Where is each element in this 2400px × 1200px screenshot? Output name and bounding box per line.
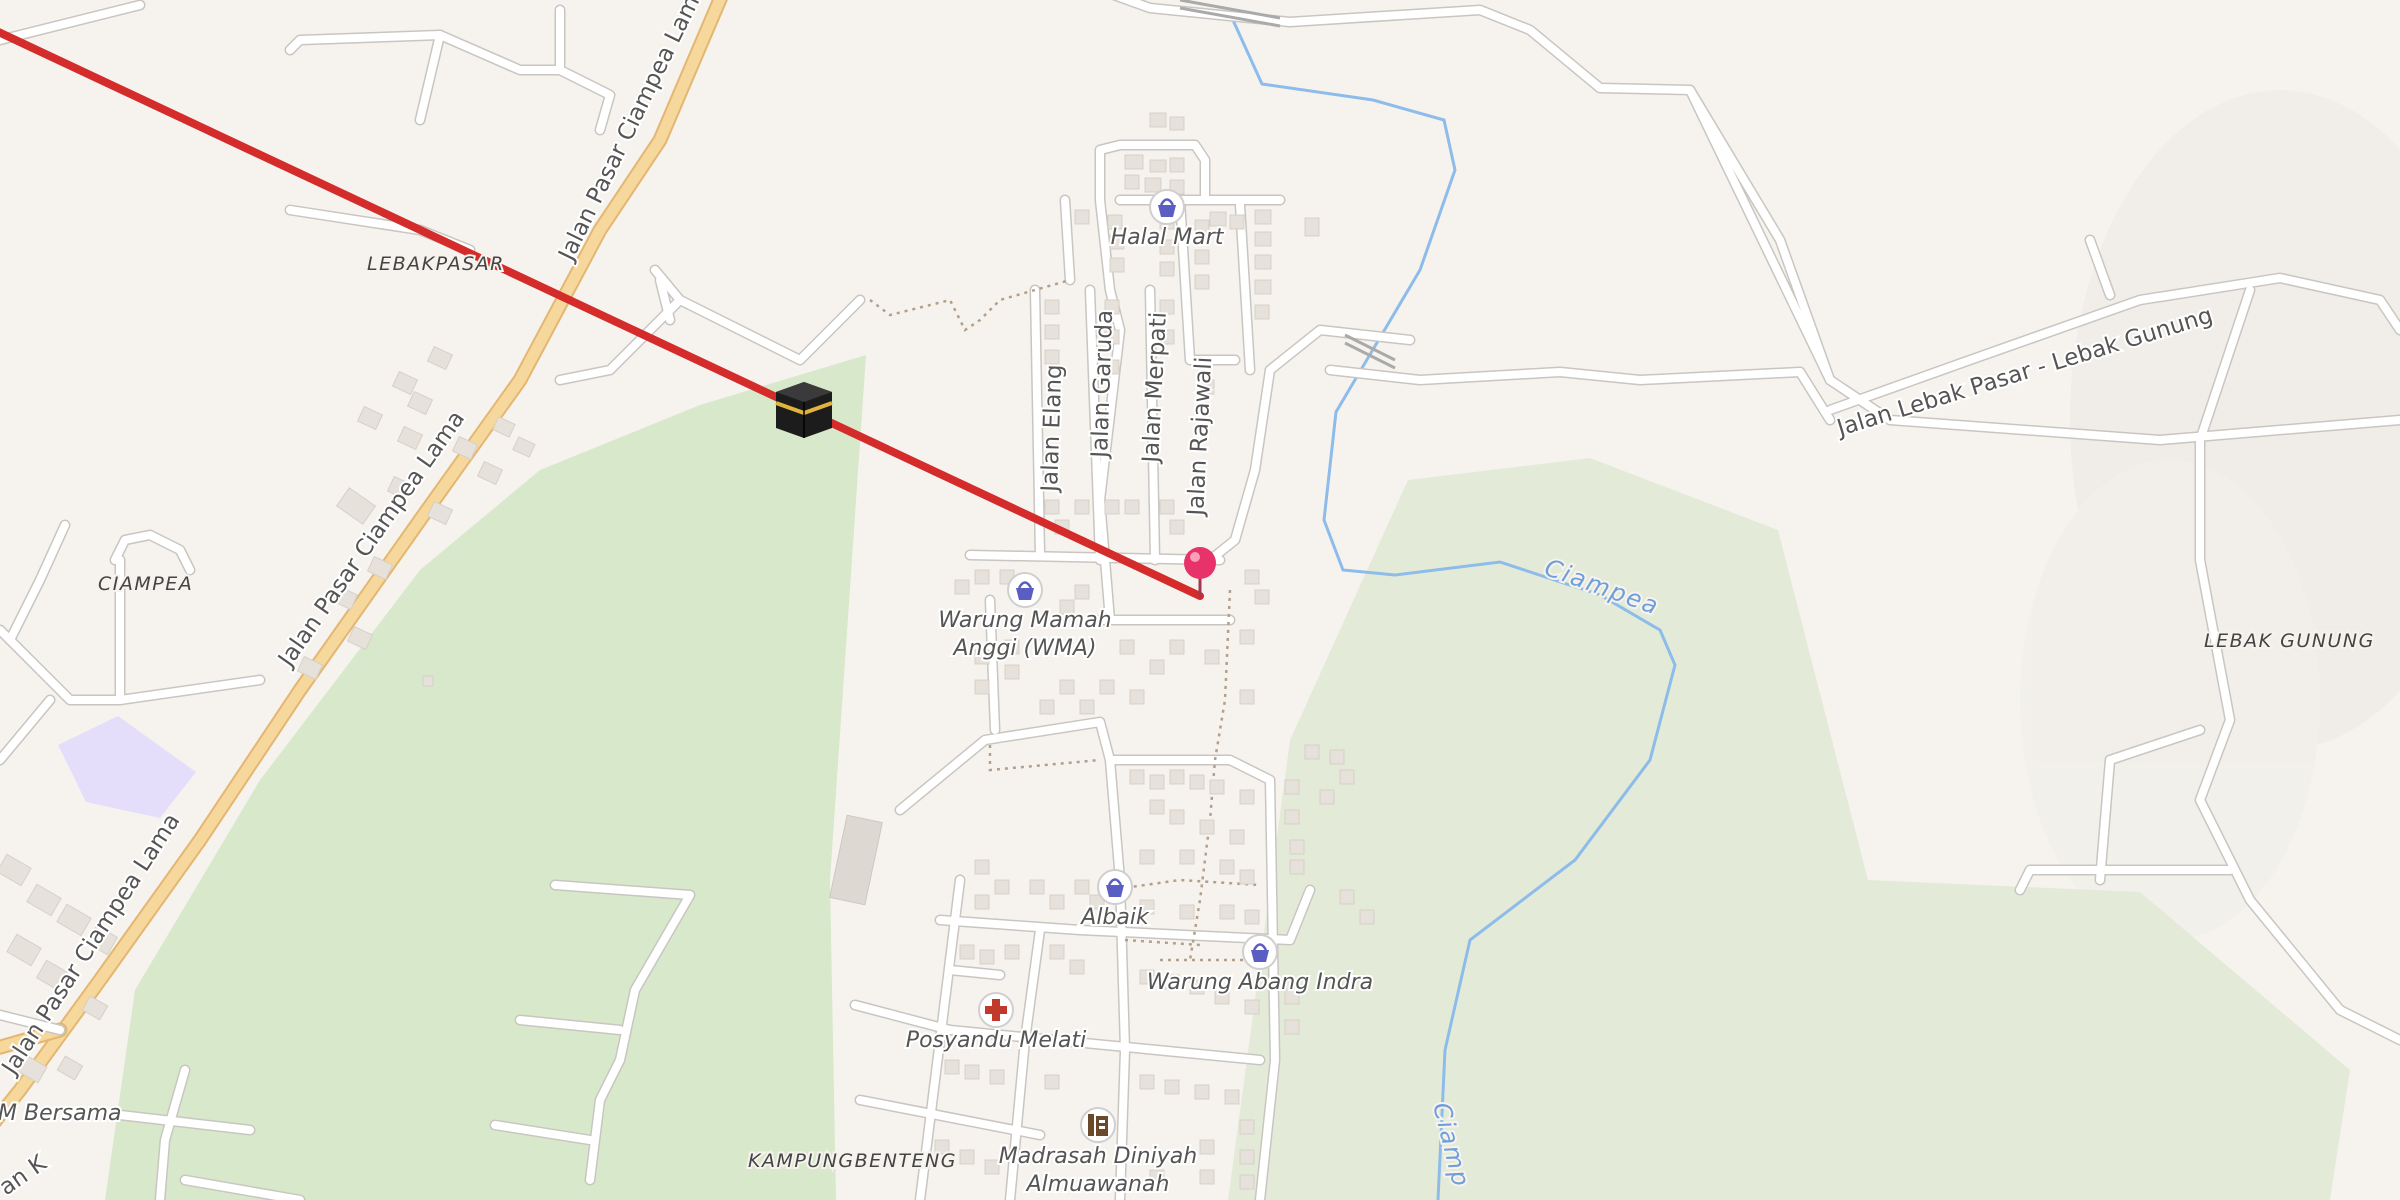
- poi-label-halal-mart: Halal Mart: [1111, 225, 1225, 250]
- poi-label-madrasah-line1: Madrasah Diniyah: [999, 1144, 1197, 1169]
- poi-label-posyandu-melati: Posyandu Melati: [906, 1028, 1086, 1053]
- school-icon: [1088, 1114, 1108, 1136]
- road-label-jalan-elang: Jalan Elang: [1037, 364, 1068, 494]
- map-canvas[interactable]: LEBAKPASAR CIAMPEA LEBAK GUNUNG KAMPUNGB…: [0, 0, 2400, 1200]
- poi-label-warung-mamah-line1: Warung Mamah: [938, 608, 1111, 633]
- place-label-lebakpasar: LEBAKPASAR: [367, 253, 505, 275]
- poi-label-madrasah-line2: Almuawanah: [1025, 1172, 1170, 1197]
- poi-label-warung-abang-indra: Warung Abang Indra: [1147, 970, 1373, 995]
- place-label-kampungbenteng: KAMPUNGBENTENG: [748, 1150, 957, 1172]
- kaaba-icon[interactable]: [775, 382, 833, 438]
- place-label-ciampea: CIAMPEA: [98, 573, 193, 595]
- poi-label-albaik: Albaik: [1079, 905, 1150, 930]
- road-label-jalan-garuda: Jalan Garuda: [1087, 309, 1118, 460]
- place-label-lebak-gunung: LEBAK GUNUNG: [2204, 630, 2375, 652]
- poi-label-bersama: M Bersama: [0, 1101, 122, 1126]
- poi-label-warung-mamah-line2: Anggi (WMA): [952, 636, 1097, 661]
